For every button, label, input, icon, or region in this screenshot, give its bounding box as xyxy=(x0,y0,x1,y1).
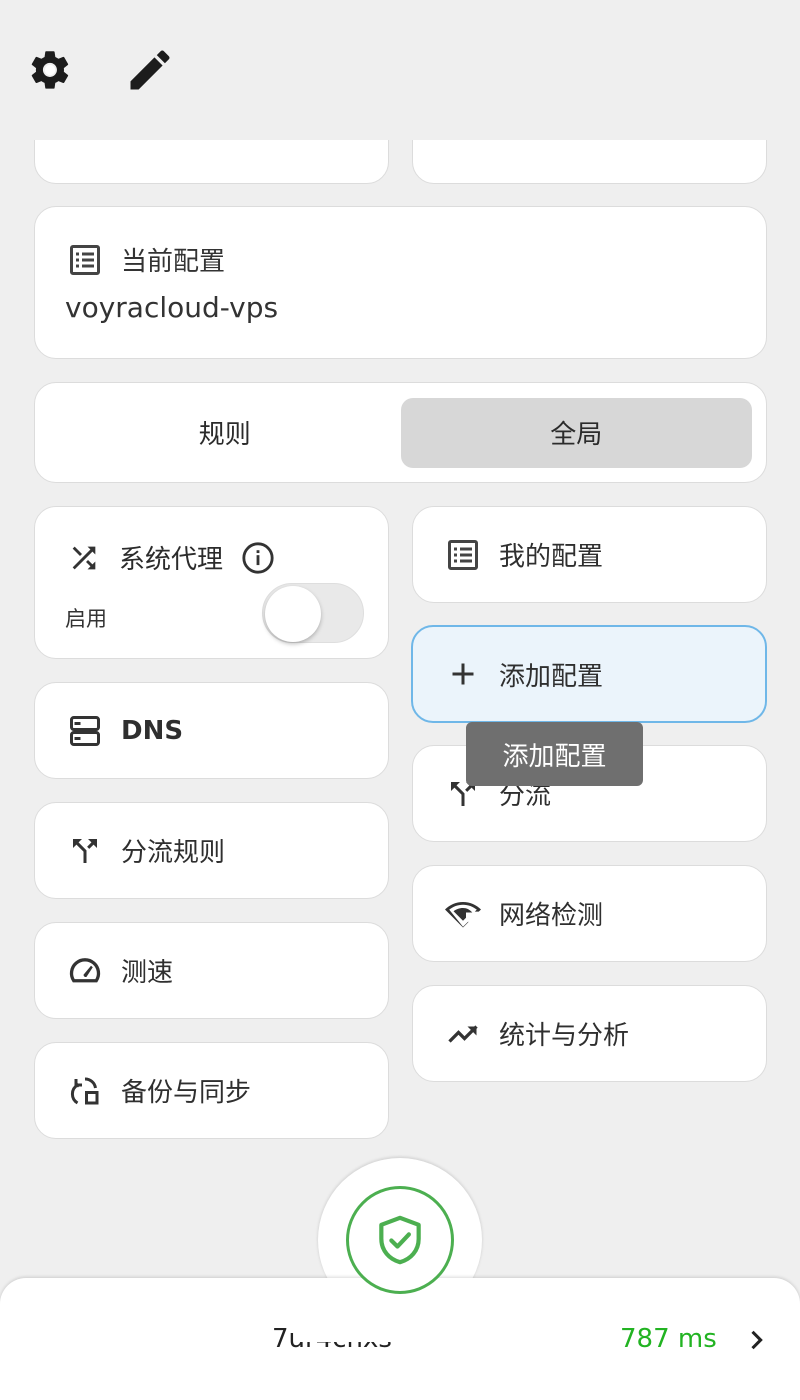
system-proxy-status: 启用 xyxy=(65,607,107,631)
server-icon xyxy=(70,715,100,746)
connect-button[interactable] xyxy=(346,1186,454,1294)
list-icon xyxy=(70,244,100,275)
current-profile-value: voyracloud-vps xyxy=(65,291,279,324)
dns-button[interactable]: DNS xyxy=(34,682,389,779)
stats-label: 统计与分析 xyxy=(499,1021,630,1051)
network-check-button[interactable]: 网络检测 xyxy=(412,865,767,962)
dns-label: DNS xyxy=(121,715,184,746)
system-proxy-toggle[interactable] xyxy=(262,583,364,643)
top-bar xyxy=(0,0,800,140)
split-rules-label: 分流规则 xyxy=(121,838,226,868)
info-icon[interactable] xyxy=(241,541,275,575)
mode-rule-button[interactable]: 规则 xyxy=(49,398,401,468)
system-proxy-card: 系统代理 启用 xyxy=(34,506,389,659)
current-profile-title: 当前配置 xyxy=(121,247,226,277)
speed-test-button[interactable]: 测速 xyxy=(34,922,389,1019)
toggle-knob xyxy=(265,586,321,642)
split-rules-button[interactable]: 分流规则 xyxy=(34,802,389,899)
list-icon xyxy=(448,539,478,570)
add-profile-label: 添加配置 xyxy=(499,661,604,692)
add-profile-tooltip: 添加配置 xyxy=(466,722,643,786)
network-check-label: 网络检测 xyxy=(499,901,604,931)
backup-sync-label: 备份与同步 xyxy=(121,1078,252,1108)
speed-test-label: 测速 xyxy=(121,958,174,988)
shield-check-icon xyxy=(379,1215,421,1265)
gear-icon[interactable] xyxy=(24,44,76,96)
mode-switch: 规则 全局 xyxy=(34,382,767,483)
sync-icon xyxy=(70,1076,99,1104)
latency-value: 787 ms xyxy=(620,1324,717,1354)
trending-icon xyxy=(448,1024,478,1043)
my-profiles-button[interactable]: 我的配置 xyxy=(412,506,767,603)
wifi-check-icon xyxy=(445,901,481,927)
system-proxy-title: 系统代理 xyxy=(119,545,224,575)
shuffle-icon xyxy=(72,546,96,569)
add-profile-button[interactable]: 添加配置 xyxy=(411,625,767,723)
plus-icon xyxy=(452,663,474,685)
fork-icon xyxy=(73,838,97,863)
current-profile-card[interactable]: 当前配置 voyracloud-vps xyxy=(34,206,767,359)
my-profiles-label: 我的配置 xyxy=(499,542,604,572)
speedometer-icon xyxy=(69,957,101,982)
stats-button[interactable]: 统计与分析 xyxy=(412,985,767,1082)
pencil-icon[interactable] xyxy=(124,44,176,96)
mode-global-button[interactable]: 全局 xyxy=(400,397,752,468)
backup-sync-button[interactable]: 备份与同步 xyxy=(34,1042,389,1139)
chevron-right-icon xyxy=(751,1330,763,1350)
